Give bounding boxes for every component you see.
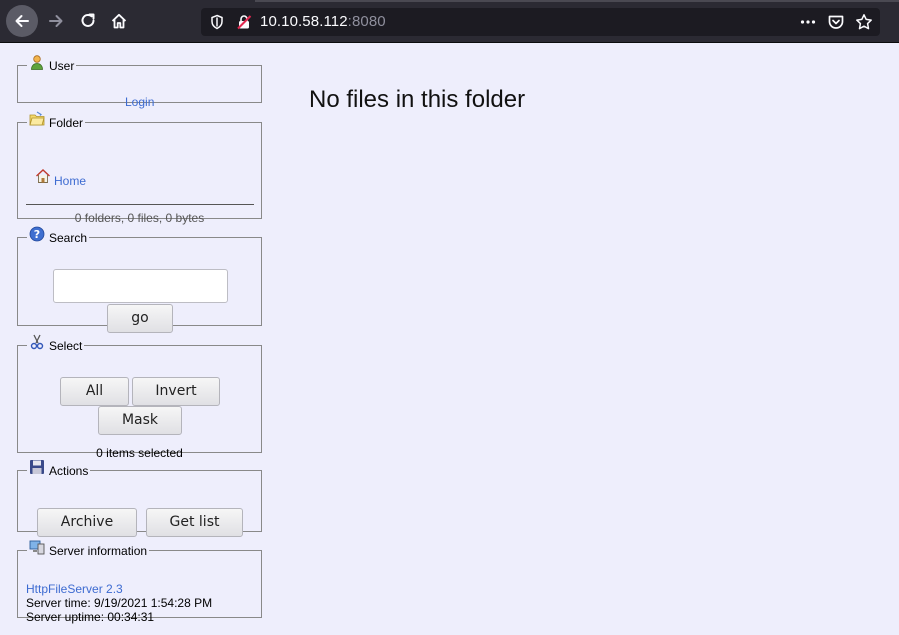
shield-icon[interactable]	[209, 14, 225, 30]
folder-panel: Folder Home 0 folders, 0 files, 0 bytes	[17, 111, 262, 225]
scissors-icon	[30, 334, 44, 350]
invert-selection-button[interactable]: Invert	[132, 377, 220, 406]
login-link[interactable]: Login	[125, 95, 154, 109]
tab-strip-edge	[255, 0, 899, 2]
select-legend-label: Select	[49, 339, 83, 353]
user-icon	[31, 55, 43, 70]
reload-icon	[81, 13, 95, 27]
url-text[interactable]: 10.10.58.112:8080	[260, 13, 386, 30]
search-legend: ? Search	[27, 226, 89, 245]
empty-folder-message: No files in this folder	[309, 86, 526, 113]
actions-legend-label: Actions	[49, 464, 89, 478]
insecure-lock-icon[interactable]	[236, 14, 252, 30]
folder-divider	[26, 204, 254, 205]
archive-button[interactable]: Archive	[37, 508, 137, 537]
back-arrow-icon	[15, 15, 29, 27]
star-icon[interactable]	[855, 13, 873, 31]
forward-arrow-icon	[49, 15, 63, 27]
server-info-panel: Server information HttpFileServer 2.3 Se…	[17, 540, 262, 624]
server-legend: Server information	[27, 540, 149, 558]
floppy-disk-icon	[30, 460, 44, 474]
url-bar[interactable]: 10.10.58.112:8080	[201, 8, 880, 36]
server-time: Server time: 9/19/2021 1:54:28 PM	[26, 596, 213, 610]
folder-legend: Folder	[27, 111, 85, 130]
svg-text:?: ?	[34, 228, 40, 241]
mask-button[interactable]: Mask	[98, 406, 182, 435]
back-button[interactable]	[6, 5, 38, 37]
pocket-icon[interactable]	[827, 13, 845, 31]
server-uptime: Server uptime: 00:34:31	[26, 610, 155, 624]
reload-button[interactable]	[72, 5, 104, 37]
user-panel: User Login	[17, 55, 262, 109]
actions-legend: Actions	[27, 460, 90, 478]
url-host: 10.10.58.112	[260, 13, 348, 30]
folder-icon	[29, 111, 45, 126]
search-legend-label: Search	[49, 231, 88, 245]
get-list-button[interactable]: Get list	[146, 508, 243, 537]
select-all-button[interactable]: All	[60, 377, 129, 406]
select-legend: Select	[27, 334, 84, 353]
user-legend: User	[27, 55, 76, 73]
user-legend-label: User	[49, 59, 75, 73]
help-icon: ?	[29, 226, 45, 242]
server-info: HttpFileServer 2.3 Server time: 9/19/202…	[26, 582, 212, 624]
server-legend-label: Server information	[49, 544, 148, 558]
server-icon	[29, 540, 45, 555]
actions-panel: Actions Archive Get list	[17, 460, 262, 537]
forward-button[interactable]	[40, 5, 72, 37]
go-button[interactable]: go	[107, 304, 173, 333]
folder-stats: 0 folders, 0 files, 0 bytes	[74, 211, 205, 225]
selected-count: 0 items selected	[96, 446, 183, 460]
more-icon[interactable]	[799, 13, 817, 31]
folder-legend-label: Folder	[49, 116, 84, 130]
browser-toolbar: 10.10.58.112:8080	[0, 0, 899, 43]
home-button[interactable]	[103, 5, 135, 37]
home-link[interactable]: Home	[54, 174, 86, 188]
search-panel: ? Search go	[17, 226, 262, 333]
url-port: :8080	[347, 13, 386, 30]
select-panel: Select All Invert Mask 0 items selected	[17, 334, 262, 460]
server-version-link[interactable]: HttpFileServer 2.3	[26, 582, 123, 596]
home-folder-icon	[36, 169, 50, 183]
search-input[interactable]	[53, 269, 228, 303]
home-icon	[111, 13, 127, 29]
